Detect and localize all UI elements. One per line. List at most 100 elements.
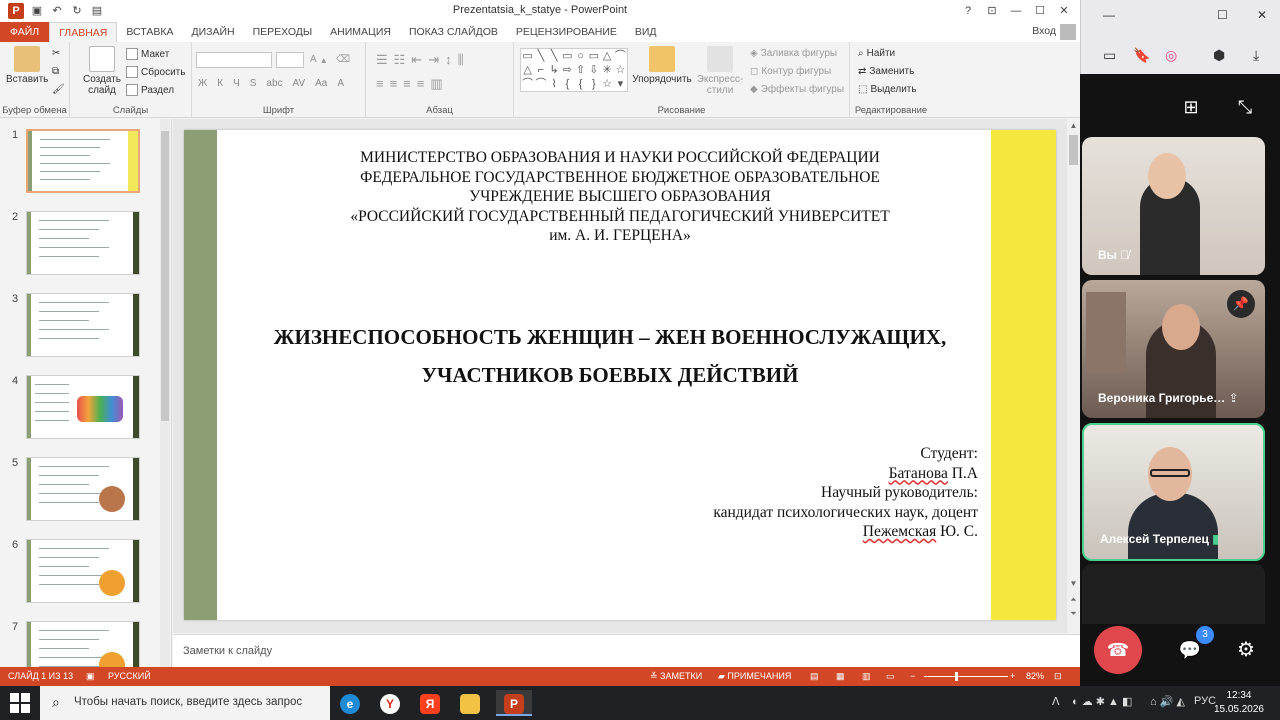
tab-7[interactable]: РЕЦЕНЗИРОВАНИЕ bbox=[507, 22, 626, 42]
slide-thumbnail[interactable] bbox=[26, 375, 140, 439]
slide-thumbnail[interactable] bbox=[26, 211, 140, 275]
font-format-button[interactable]: AV bbox=[293, 78, 306, 89]
downloads-icon[interactable]: ⤓ bbox=[1253, 47, 1259, 64]
taskbar-edge[interactable]: e bbox=[332, 690, 368, 716]
browser-maximize-button[interactable]: ☐ bbox=[1217, 8, 1228, 22]
tab-list-icon[interactable]: ▭ bbox=[1103, 47, 1116, 64]
participant-tile-aleksey[interactable]: Алексей Терпелец ▮ bbox=[1082, 423, 1265, 561]
taskbar-search[interactable]: ⌕ Чтобы начать поиск, введите здесь запр… bbox=[40, 686, 330, 720]
shapes-gallery[interactable]: ▭ ╲ ╲ ▭ ○ ▭ △ ⌒ △ ⌐ ↳ ⇨ ⇧ ⇩ ✳ ☆ ⌒ ⌒ ⌇{{} ☆ ▾ bbox=[520, 48, 628, 92]
language-indicator[interactable]: РУССКИЙ bbox=[108, 667, 151, 686]
system-clock[interactable]: 12:34 15.05.2026 bbox=[1214, 689, 1264, 717]
comments-toggle[interactable]: ▰ ПРИМЕЧАНИЯ bbox=[718, 667, 791, 686]
clear-format-icon[interactable]: ⌫ bbox=[336, 54, 350, 65]
input-language[interactable]: РУС bbox=[1194, 695, 1216, 707]
slide-scroll-thumb[interactable] bbox=[1069, 135, 1078, 165]
section-button[interactable]: Раздел bbox=[126, 84, 174, 96]
font-format-button[interactable]: abc bbox=[266, 78, 282, 89]
tab-8[interactable]: ВИД bbox=[626, 22, 666, 42]
start-presentation-icon[interactable]: ▤ bbox=[90, 4, 104, 18]
shape-outline-button[interactable]: ◻ Контур фигуры bbox=[750, 66, 831, 77]
thumbnail-row[interactable]: 5 bbox=[0, 457, 160, 527]
thumbnail-row[interactable]: 3 bbox=[0, 293, 160, 363]
sign-in-link[interactable]: Вход bbox=[1032, 25, 1056, 37]
tab-4[interactable]: ПЕРЕХОДЫ bbox=[244, 22, 322, 42]
font-format-button[interactable]: A bbox=[337, 78, 344, 89]
notes-toggle[interactable]: ≚ ЗАМЕТКИ bbox=[650, 667, 702, 686]
tray-app-icons[interactable]: ◐ ☁ ✱ ▲ ◧ bbox=[1072, 695, 1132, 708]
arrange-button[interactable]: Упорядочить bbox=[632, 46, 692, 85]
select-button[interactable]: ⬚ Выделить bbox=[858, 84, 917, 95]
settings-button[interactable]: ⚙ bbox=[1228, 632, 1264, 668]
maximize-button[interactable]: ☐ bbox=[1028, 0, 1052, 22]
reading-view-icon[interactable]: ▥ bbox=[862, 667, 871, 686]
slide-thumbnail[interactable] bbox=[26, 293, 140, 357]
slide-sorter-icon[interactable]: ▦ bbox=[836, 667, 845, 686]
bookmark-icon[interactable]: 🔖 bbox=[1133, 47, 1150, 64]
ribbon-display-options-icon[interactable]: ⊡ bbox=[980, 0, 1004, 22]
tray-system-icons[interactable]: ⌂ 🔊 ◭ bbox=[1150, 695, 1185, 708]
help-button[interactable]: ? bbox=[956, 0, 980, 22]
next-slide-icon[interactable]: ⏷ bbox=[1067, 609, 1080, 619]
participant-tile-veronika[interactable]: 📌 Вероника Григорье… ⇪ bbox=[1082, 280, 1265, 418]
normal-view-icon[interactable]: ▤ bbox=[810, 667, 819, 686]
font-format-button[interactable]: К bbox=[217, 78, 223, 89]
font-name-box[interactable] bbox=[196, 52, 272, 68]
font-format-button[interactable]: Aa bbox=[315, 78, 327, 89]
collapse-icon[interactable]: ⤡ bbox=[1230, 92, 1260, 122]
notes-field[interactable]: Заметки к слайду bbox=[173, 634, 1080, 667]
paste-button[interactable]: Вставить bbox=[6, 46, 48, 85]
increase-font-icon[interactable]: A ▲ bbox=[310, 54, 328, 65]
tab-1[interactable]: ГЛАВНАЯ bbox=[49, 22, 118, 42]
spellcheck-icon[interactable]: ▣ bbox=[86, 667, 95, 686]
font-format-button[interactable]: S bbox=[250, 78, 257, 89]
alice-assistant-icon[interactable]: ◎ bbox=[1165, 47, 1177, 64]
slide-thumbnail[interactable] bbox=[26, 539, 140, 603]
font-format-button[interactable]: Ч bbox=[233, 78, 240, 89]
slide-scrollbar[interactable]: ▲ ▼ ⏶ ⏷ bbox=[1067, 119, 1080, 633]
tab-6[interactable]: ПОКАЗ СЛАЙДОВ bbox=[400, 22, 507, 42]
tray-hidden-icons[interactable]: ᐱ bbox=[1052, 695, 1060, 708]
slide-thumbnail[interactable] bbox=[26, 621, 140, 667]
browser-close-button[interactable]: ✕ bbox=[1257, 8, 1267, 22]
align-buttons[interactable]: ≡≡≡≡▥ bbox=[376, 76, 449, 92]
reset-button[interactable]: Сбросить bbox=[126, 66, 185, 78]
taskbar-yandex-app[interactable]: Я bbox=[412, 690, 448, 716]
thumbnail-row[interactable]: 2 bbox=[0, 211, 160, 281]
layout-button[interactable]: Макет bbox=[126, 48, 169, 60]
tab-0[interactable]: ФАЙЛ bbox=[0, 22, 50, 42]
thumbnails-scrollbar[interactable] bbox=[160, 119, 170, 667]
extension-icon[interactable]: ⬢ bbox=[1213, 47, 1225, 64]
tab-3[interactable]: ДИЗАЙН bbox=[182, 22, 243, 42]
cut-icon[interactable]: ✂ bbox=[52, 48, 60, 59]
slideshow-view-icon[interactable]: ▭ bbox=[886, 667, 895, 686]
participant-tile-you[interactable]: Вы 🎙̸ bbox=[1082, 137, 1265, 275]
presentation-title[interactable]: ЖИЗНЕСПОСОБНОСТЬ ЖЕНЩИН – ЖЕН ВОЕННОСЛУЖ… bbox=[224, 318, 996, 394]
close-button[interactable]: ✕ bbox=[1052, 0, 1076, 22]
scroll-down-icon[interactable]: ▼ bbox=[1067, 579, 1080, 588]
quick-styles-button[interactable]: Экспресс-стили bbox=[694, 46, 746, 96]
font-size-box[interactable] bbox=[276, 52, 304, 68]
find-button[interactable]: ⌕ Найти bbox=[858, 48, 895, 59]
browser-minimize-button[interactable]: — bbox=[1103, 8, 1115, 22]
new-slide-button[interactable]: Создать слайд bbox=[80, 46, 124, 96]
start-button[interactable] bbox=[10, 693, 30, 713]
thumbnail-row[interactable]: 1 bbox=[0, 129, 160, 199]
minimize-button[interactable]: — bbox=[1004, 0, 1028, 22]
thumbnail-row[interactable]: 6 bbox=[0, 539, 160, 609]
replace-button[interactable]: ⇄ Заменить bbox=[858, 66, 914, 77]
hang-up-button[interactable]: ☎ bbox=[1094, 626, 1142, 674]
thumbnails-scroll-thumb[interactable] bbox=[161, 131, 169, 421]
account-avatar-icon[interactable] bbox=[1060, 24, 1076, 40]
copy-icon[interactable]: ⧉ bbox=[52, 66, 59, 77]
list-buttons[interactable]: ☰☷⇤⇥↕⫼ bbox=[376, 52, 470, 68]
taskbar-powerpoint[interactable]: P bbox=[496, 690, 532, 716]
taskbar-yandex[interactable]: Y bbox=[372, 690, 408, 716]
format-painter-icon[interactable]: 🖌 bbox=[52, 84, 65, 95]
thumbnail-row[interactable]: 4 bbox=[0, 375, 160, 445]
ministry-header[interactable]: МИНИСТЕРСТВО ОБРАЗОВАНИЯ И НАУКИ РОССИЙС… bbox=[244, 148, 996, 246]
current-slide[interactable]: МИНИСТЕРСТВО ОБРАЗОВАНИЯ И НАУКИ РОССИЙС… bbox=[184, 130, 1056, 620]
zoom-level[interactable]: 82% bbox=[1026, 667, 1044, 686]
save-icon[interactable]: ▣ bbox=[30, 4, 44, 18]
zoom-out-icon[interactable]: − bbox=[910, 667, 915, 686]
